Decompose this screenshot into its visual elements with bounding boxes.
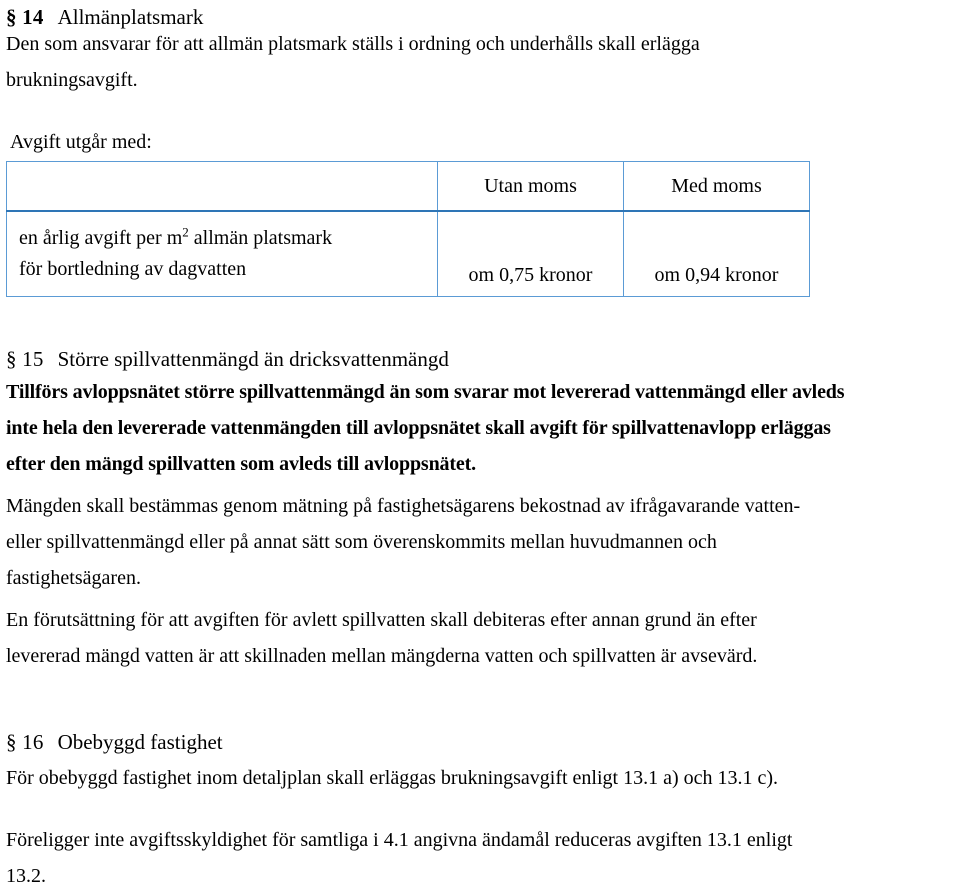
section-15-p1-line-3: efter den mängd spillvatten som avleds t…	[6, 453, 476, 475]
section-16-number: § 16	[6, 730, 44, 754]
section-16-title: Obebyggd fastighet	[57, 730, 223, 754]
fee-amount-utan-moms: om 0,75 kronor	[468, 264, 593, 286]
fee-description-line-1: en årlig avgift per m2 allmän platsmark	[19, 223, 427, 254]
section-15-title: Större spillvattenmängd än dricksvattenm…	[57, 347, 449, 371]
fee-table-header-blank	[6, 161, 438, 212]
fee-table-header-utan-moms-label: Utan moms	[484, 175, 577, 197]
section-15-p3-line-2: levererad mängd vatten är att skillnaden…	[6, 645, 758, 667]
section-14-body-block: Den som ansvarar för att allmän platsmar…	[6, 26, 946, 98]
section-16-p2-line-1: Föreligger inte avgiftsskyldighet för sa…	[6, 829, 793, 851]
section-15-paragraph-1-block: Tillförs avloppsnätet större spillvatten…	[6, 374, 952, 482]
section-15-number: § 15	[6, 347, 44, 371]
fee-table-header-utan-moms: Utan moms	[437, 161, 624, 212]
fee-table-header-med-moms-label: Med moms	[671, 175, 762, 197]
fee-table-row: en årlig avgift per m2 allmän platsmark …	[6, 210, 810, 297]
fee-description: en årlig avgift per m2 allmän platsmark …	[7, 223, 437, 285]
fee-lead-in-text: Avgift utgår med:	[10, 131, 152, 153]
document-page: § 14 Allmänplatsmark Den som ansvarar för…	[0, 0, 960, 888]
section-15-p2-line-3: fastighetsägaren.	[6, 567, 141, 589]
section-15-p2-line-2: eller spillvattenmängd eller på annat sä…	[6, 531, 717, 553]
fee-description-line-2: för bortledning av dagvatten	[19, 258, 247, 280]
section-15-heading: § 15 Större spillvattenmängd än dricksvat…	[6, 344, 449, 374]
section-15-p3-line-1: En förutsättning för att avgiften för av…	[6, 609, 757, 631]
section-15-heading-block: § 15 Större spillvattenmängd än dricksvat…	[6, 344, 449, 374]
section-16-paragraph-2-block: Föreligger inte avgiftsskyldighet för sa…	[6, 822, 952, 894]
section-14-body-line-1: Den som ansvarar för att allmän platsmar…	[6, 33, 700, 55]
fee-lead-in-block: Avgift utgår med:	[10, 127, 152, 157]
fee-table-cell-description: en årlig avgift per m2 allmän platsmark …	[6, 210, 438, 297]
fee-amount-med-moms: om 0,94 kronor	[654, 264, 779, 286]
section-16-heading-block: § 16 Obebyggd fastighet	[6, 727, 223, 757]
fee-table: Utan moms Med moms en årlig avgift per m…	[6, 161, 810, 297]
section-16-paragraph-1-block: För obebyggd fastighet inom detaljplan s…	[6, 760, 952, 796]
section-15-p1-line-2: inte hela den levererade vattenmängden t…	[6, 417, 831, 439]
fee-table-header-med-moms: Med moms	[623, 161, 810, 212]
fee-table-cell-utan-moms: om 0,75 kronor	[437, 210, 624, 297]
fee-table-block: Utan moms Med moms en årlig avgift per m…	[6, 161, 810, 297]
section-16-heading: § 16 Obebyggd fastighet	[6, 727, 223, 757]
section-14-body-line-2: brukningsavgift.	[6, 69, 138, 91]
fee-table-cell-med-moms: om 0,94 kronor	[623, 210, 810, 297]
fee-table-header-row: Utan moms Med moms	[6, 161, 810, 212]
section-15-paragraph-2-block: Mängden skall bestämmas genom mätning på…	[6, 488, 952, 596]
section-16-p1-line-1: För obebyggd fastighet inom detaljplan s…	[6, 767, 779, 789]
fee-description-line-1-post: allmän platsmark	[188, 227, 333, 249]
section-16-p2-line-2: 13.2.	[6, 865, 46, 887]
section-15-paragraph-3-block: En förutsättning för att avgiften för av…	[6, 602, 952, 674]
section-15-p1-line-1: Tillförs avloppsnätet större spillvatten…	[6, 381, 845, 403]
fee-description-line-1-pre: en årlig avgift per m	[19, 227, 183, 249]
section-15-p2-line-1: Mängden skall bestämmas genom mätning på…	[6, 495, 801, 517]
